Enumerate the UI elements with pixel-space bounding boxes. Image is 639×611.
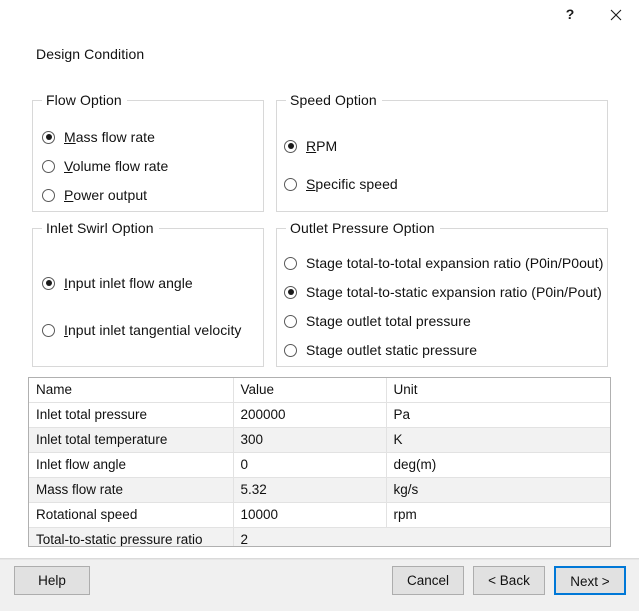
radio-label: Power output (64, 187, 148, 203)
cell-unit[interactable]: rpm (385, 502, 610, 528)
column-header-unit[interactable]: Unit (385, 378, 610, 403)
radio-mass-flow-rate[interactable]: Mass flow rate (42, 129, 155, 145)
cell-name[interactable]: Total-to-static pressure ratio (29, 527, 233, 546)
radio-mark-icon (284, 139, 297, 153)
column-header-value[interactable]: Value (232, 378, 386, 403)
cell-value[interactable]: 0 (232, 452, 386, 478)
cell-name[interactable]: Inlet total temperature (29, 427, 233, 453)
radio-mark-icon (284, 343, 297, 357)
cell-name[interactable]: Mass flow rate (29, 477, 233, 503)
back-button[interactable]: < Back (473, 566, 545, 595)
group-speed-option: Speed Option (276, 92, 608, 212)
radio-rpm[interactable]: RPM (284, 138, 337, 154)
radio-mark-icon (284, 177, 297, 191)
help-button[interactable]: Help (14, 566, 90, 595)
table-row[interactable]: Rotational speed 10000 rpm (29, 502, 610, 528)
table-row[interactable]: Mass flow rate 5.32 kg/s (29, 477, 610, 503)
cell-value[interactable]: 5.32 (232, 477, 386, 503)
help-icon[interactable]: ? (547, 0, 593, 30)
radio-power-output[interactable]: Power output (42, 187, 147, 203)
radio-mark-icon (42, 159, 55, 173)
cell-name[interactable]: Inlet total pressure (29, 402, 233, 428)
group-inlet-swirl-option: Inlet Swirl Option (32, 220, 264, 367)
radio-mark-icon (42, 323, 55, 337)
radio-mark-icon (284, 314, 297, 328)
radio-label: Stage outlet static pressure (306, 342, 478, 358)
cell-unit[interactable] (386, 527, 610, 546)
table-row[interactable]: Inlet flow angle 0 deg(m) (29, 452, 610, 478)
table-header-row: Name Value Unit (29, 378, 610, 403)
radio-label: Mass flow rate (64, 129, 155, 145)
radio-stage-total-to-total-expansion-ratio[interactable]: Stage total-to-total expansion ratio (P0… (284, 255, 603, 271)
radio-label: RPM (306, 138, 338, 154)
radio-label: Input inlet flow angle (64, 275, 193, 291)
group-inlet-swirl-option-legend: Inlet Swirl Option (42, 220, 159, 236)
radio-mark-icon (42, 130, 55, 144)
table-row[interactable]: Inlet total pressure 200000 Pa (29, 402, 610, 428)
radio-label: Volume flow rate (64, 158, 169, 174)
cell-value[interactable]: 2 (232, 527, 386, 546)
close-icon[interactable] (593, 0, 639, 30)
group-outlet-pressure-option-legend: Outlet Pressure Option (286, 220, 440, 236)
parameter-table[interactable]: Name Value Unit Inlet total pressure 200… (28, 377, 611, 547)
radio-volume-flow-rate[interactable]: Volume flow rate (42, 158, 168, 174)
cell-value[interactable]: 10000 (232, 502, 386, 528)
radio-stage-outlet-static-pressure[interactable]: Stage outlet static pressure (284, 342, 477, 358)
cell-unit[interactable]: deg(m) (385, 452, 610, 478)
next-button[interactable]: Next > (554, 566, 626, 595)
radio-stage-outlet-total-pressure[interactable]: Stage outlet total pressure (284, 313, 471, 329)
radio-label: Stage total-to-total expansion ratio (P0… (306, 255, 604, 271)
radio-input-inlet-flow-angle[interactable]: Input inlet flow angle (42, 275, 193, 291)
radio-label: Stage outlet total pressure (306, 313, 471, 329)
group-flow-option-legend: Flow Option (42, 92, 127, 108)
cell-unit[interactable]: K (385, 427, 610, 453)
radio-label: Input inlet tangential velocity (64, 322, 242, 338)
column-header-name[interactable]: Name (29, 378, 233, 403)
radio-label: Stage total-to-static expansion ratio (P… (306, 284, 602, 300)
table-body: Inlet total pressure 200000 Pa Inlet tot… (29, 402, 610, 546)
cell-value[interactable]: 300 (232, 427, 386, 453)
table-row[interactable]: Total-to-static pressure ratio 2 (29, 527, 610, 546)
radio-mark-icon (42, 188, 55, 202)
radio-label: Specific speed (306, 176, 398, 192)
cell-value[interactable]: 200000 (232, 402, 386, 428)
page-title: Design Condition (36, 46, 145, 62)
table-row[interactable]: Inlet total temperature 300 K (29, 427, 610, 453)
radio-mark-icon (284, 256, 297, 270)
cell-unit[interactable]: Pa (385, 402, 610, 428)
group-speed-option-legend: Speed Option (286, 92, 382, 108)
title-bar: ? (0, 0, 639, 32)
radio-input-inlet-tangential-velocity[interactable]: Input inlet tangential velocity (42, 322, 241, 338)
radio-mark-icon (284, 285, 297, 299)
radio-stage-total-to-static-expansion-ratio[interactable]: Stage total-to-static expansion ratio (P… (284, 284, 602, 300)
cancel-button[interactable]: Cancel (392, 566, 464, 595)
radio-mark-icon (42, 276, 55, 290)
cell-unit[interactable]: kg/s (385, 477, 610, 503)
cell-name[interactable]: Inlet flow angle (29, 452, 233, 478)
cell-name[interactable]: Rotational speed (29, 502, 233, 528)
radio-specific-speed[interactable]: Specific speed (284, 176, 398, 192)
